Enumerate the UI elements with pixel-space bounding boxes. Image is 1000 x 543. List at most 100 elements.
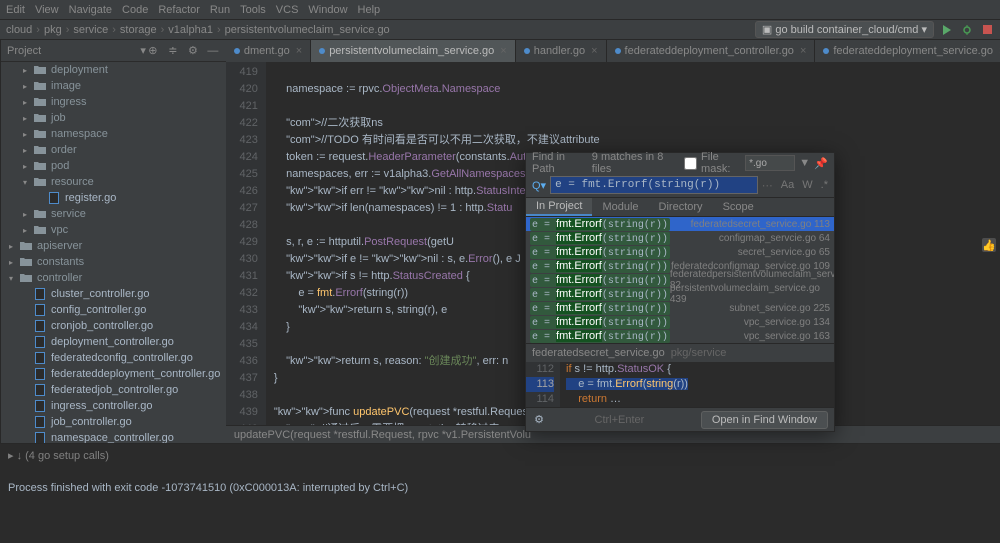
settings-icon[interactable]: ⚙ xyxy=(532,413,546,427)
breadcrumb-seg[interactable]: persistentvolumeclaim_service.go xyxy=(225,24,390,36)
tree-item[interactable]: ▸job xyxy=(1,110,226,126)
menu-refactor[interactable]: Refactor xyxy=(158,4,200,16)
regex-toggle[interactable]: .* xyxy=(821,179,828,192)
find-options: ⋯ Aa W .* xyxy=(762,179,828,192)
preview-code[interactable]: if s != http.StatusOK { e = fmt.Errorf(s… xyxy=(560,362,834,407)
tree-item[interactable]: ingress_controller.go xyxy=(1,398,226,414)
tree-item[interactable]: config_controller.go xyxy=(1,302,226,318)
stop-icon[interactable] xyxy=(980,23,994,37)
find-results[interactable]: e = fmt.Errorf(string(r))federatedsecret… xyxy=(526,217,834,343)
menu-vcs[interactable]: VCS xyxy=(276,4,299,16)
project-panel: Project ▾ ⊕ ≑ ⚙ — ▸deployment▸image▸ingr… xyxy=(1,40,226,443)
run-icon[interactable] xyxy=(940,23,954,37)
locate-icon[interactable]: ⊕ xyxy=(146,44,160,58)
folder-icon xyxy=(19,256,33,268)
tree-item[interactable]: ▸image xyxy=(1,78,226,94)
tree-item[interactable]: cronjob_controller.go xyxy=(1,318,226,334)
close-icon[interactable]: × xyxy=(591,45,597,57)
close-icon[interactable]: × xyxy=(500,45,506,57)
breadcrumb-seg[interactable]: service xyxy=(73,24,108,36)
tree-item[interactable]: ▸service xyxy=(1,206,226,222)
folder-icon xyxy=(33,64,47,76)
menu-run[interactable]: Run xyxy=(210,4,230,16)
editor-tab[interactable]: dment.go× xyxy=(226,40,311,62)
gutter: 4194204214224234244254264274284294304314… xyxy=(226,62,266,425)
tree-item[interactable]: ▾controller xyxy=(1,270,226,286)
tree-item[interactable]: cluster_controller.go xyxy=(1,286,226,302)
find-result-row[interactable]: e = fmt.Errorf(string(r))vpc_service.go … xyxy=(526,329,834,343)
tree-item[interactable]: ▾resource xyxy=(1,174,226,190)
find-preview: federatedsecret_service.go pkg/service 1… xyxy=(526,343,834,407)
file-icon xyxy=(33,288,47,300)
find-result-row[interactable]: e = fmt.Errorf(string(r))secret_service.… xyxy=(526,245,834,259)
debug-icon[interactable] xyxy=(960,23,974,37)
open-find-window-button[interactable]: Open in Find Window xyxy=(701,411,828,429)
menu-help[interactable]: Help xyxy=(358,4,381,16)
editor-tab[interactable]: federateddeployment_service.go× xyxy=(815,40,1000,62)
breadcrumb-seg[interactable]: cloud xyxy=(6,24,32,36)
find-result-row[interactable]: e = fmt.Errorf(string(r))vpc_service.go … xyxy=(526,315,834,329)
find-result-row[interactable]: e = fmt.Errorf(string(r))federatedsecret… xyxy=(526,217,834,231)
editor-tab[interactable]: handler.go× xyxy=(516,40,607,62)
breadcrumb-seg[interactable]: v1alpha1 xyxy=(168,24,213,36)
folder-icon xyxy=(33,144,47,156)
run-config-selector[interactable]: ▣ go build container_cloud/cmd ▾ xyxy=(755,21,934,38)
project-tree[interactable]: ▸deployment▸image▸ingress▸job▸namespace▸… xyxy=(1,62,226,443)
tree-item[interactable]: ▸vpc xyxy=(1,222,226,238)
filemask-input[interactable] xyxy=(745,155,795,171)
tree-item[interactable]: ▸apiserver xyxy=(1,238,226,254)
file-icon xyxy=(47,192,61,204)
collapse-icon[interactable]: ≑ xyxy=(166,44,180,58)
editor-tabs[interactable]: dment.go×persistentvolumeclaim_service.g… xyxy=(226,40,1000,62)
run-tool-window[interactable]: ▸ ↓ (4 go setup calls) Process finished … xyxy=(0,443,1000,543)
tree-item[interactable]: job_controller.go xyxy=(1,414,226,430)
menu-navigate[interactable]: Navigate xyxy=(69,4,112,16)
tree-item[interactable]: register.go xyxy=(1,190,226,206)
case-toggle[interactable]: Aa xyxy=(781,179,794,192)
menu-window[interactable]: Window xyxy=(308,4,347,16)
pin-icon[interactable]: 📌 xyxy=(814,156,828,170)
close-icon[interactable]: × xyxy=(800,45,806,57)
tree-item[interactable]: ▸ingress xyxy=(1,94,226,110)
menu-view[interactable]: View xyxy=(35,4,59,16)
thumbs-up-icon[interactable]: 👍 xyxy=(982,238,996,252)
find-result-row[interactable]: e = fmt.Errorf(string(r))persistentvolum… xyxy=(526,287,834,301)
folder-icon xyxy=(33,224,47,236)
find-tab-project[interactable]: In Project xyxy=(526,198,592,216)
find-tab-directory[interactable]: Directory xyxy=(649,198,713,216)
find-tab-module[interactable]: Module xyxy=(592,198,648,216)
folder-icon xyxy=(33,160,47,172)
tree-item[interactable]: ▸deployment xyxy=(1,62,226,78)
find-hint: Ctrl+Enter xyxy=(595,414,645,426)
tree-item[interactable]: federatedconfig_controller.go xyxy=(1,350,226,366)
tree-item[interactable]: ▸namespace xyxy=(1,126,226,142)
word-toggle[interactable]: W xyxy=(802,179,812,192)
filemask-checkbox[interactable] xyxy=(684,157,697,170)
breadcrumb-seg[interactable]: pkg xyxy=(44,24,62,36)
editor-tab[interactable]: federateddeployment_controller.go× xyxy=(607,40,816,62)
close-icon[interactable]: × xyxy=(296,45,302,57)
find-tab-scope[interactable]: Scope xyxy=(713,198,764,216)
preview-file: federatedsecret_service.go xyxy=(532,347,665,359)
menu-code[interactable]: Code xyxy=(122,4,148,16)
folder-icon xyxy=(19,240,33,252)
tree-item[interactable]: federatedjob_controller.go xyxy=(1,382,226,398)
tree-item[interactable]: deployment_controller.go xyxy=(1,334,226,350)
tree-item[interactable]: namespace_controller.go xyxy=(1,430,226,443)
find-input[interactable] xyxy=(550,176,758,194)
tree-item[interactable]: ▸constants xyxy=(1,254,226,270)
folder-icon xyxy=(19,272,33,284)
menu-edit[interactable]: Edit xyxy=(6,4,25,16)
filter-icon[interactable]: ▼ xyxy=(799,156,810,170)
editor-tab[interactable]: persistentvolumeclaim_service.go× xyxy=(311,40,516,62)
hide-icon[interactable]: — xyxy=(206,44,220,58)
tree-item[interactable]: ▸pod xyxy=(1,158,226,174)
gear-icon[interactable]: ⚙ xyxy=(186,44,200,58)
tree-item[interactable]: federateddeployment_controller.go xyxy=(1,366,226,382)
file-icon xyxy=(33,336,47,348)
filemask-label: File mask: xyxy=(701,151,741,175)
find-result-row[interactable]: e = fmt.Errorf(string(r))configmap_servc… xyxy=(526,231,834,245)
tree-item[interactable]: ▸order xyxy=(1,142,226,158)
menu-tools[interactable]: Tools xyxy=(240,4,266,16)
breadcrumb-seg[interactable]: storage xyxy=(120,24,157,36)
